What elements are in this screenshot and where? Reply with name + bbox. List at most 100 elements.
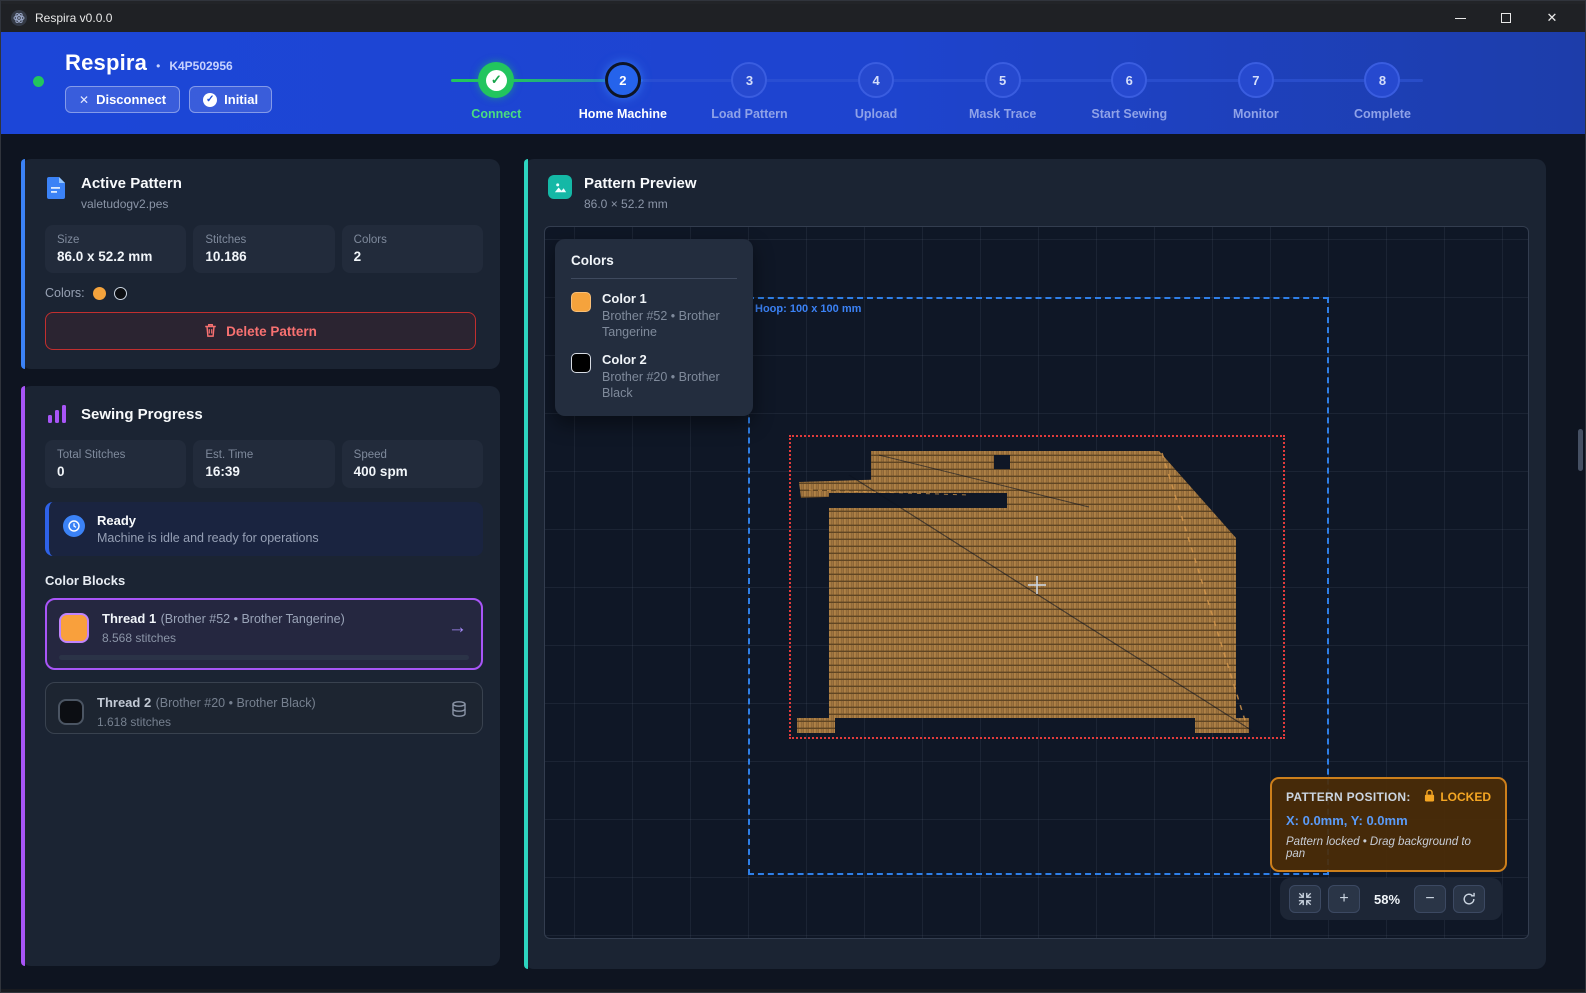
color1-detail: Brother #52 • Brother Tangerine (602, 309, 737, 340)
bar-chart-icon (45, 402, 69, 426)
thread-2-row[interactable]: Thread 2 (Brother #20 • Brother Black) 1… (45, 682, 483, 734)
stat-total-stitches: Total Stitches 0 (45, 440, 186, 488)
step-circle-done[interactable]: ✓ (478, 62, 514, 98)
step-circle-active[interactable]: 2 (605, 62, 641, 98)
maximize-icon (1501, 13, 1511, 23)
minimize-icon (1455, 18, 1466, 19)
delete-pattern-label: Delete Pattern (226, 324, 317, 339)
trash-icon (204, 323, 217, 340)
stat-label: Colors (354, 234, 471, 246)
window-title: Respira v0.0.0 (35, 11, 112, 25)
stat-value: 2 (354, 249, 471, 264)
thread1-progress-bar (59, 655, 469, 660)
center-cross-icon (1036, 576, 1038, 594)
step-label: Connect (471, 107, 521, 121)
stat-label: Size (57, 234, 174, 246)
stat-value: 400 spm (354, 464, 471, 479)
close-icon: ✕ (79, 93, 89, 107)
delete-pattern-button[interactable]: Delete Pattern (45, 312, 476, 350)
step-circle[interactable]: 3 (731, 62, 767, 98)
colors-legend: Colors Color 1 Brother #52 • Brother Tan… (555, 239, 753, 416)
thread2-stitches: 1.618 stitches (97, 715, 316, 729)
step-label: Monitor (1233, 107, 1279, 121)
maximize-button[interactable] (1483, 4, 1529, 32)
preview-dimensions: 86.0 × 52.2 mm (584, 197, 697, 211)
step-label: Start Sewing (1091, 107, 1167, 121)
stat-value: 86.0 x 52.2 mm (57, 249, 174, 264)
step-label: Complete (1354, 107, 1411, 121)
hoop-label: Hoop: 100 x 100 mm (755, 303, 861, 315)
window-scrollbar-thumb[interactable] (1578, 429, 1583, 471)
stat-label: Speed (354, 449, 471, 461)
titlebar[interactable]: Respira v0.0.0 ✕ (1, 4, 1585, 32)
step-upload[interactable]: 4 Upload (813, 32, 940, 121)
stat-label: Est. Time (205, 449, 322, 461)
status-description: Machine is idle and ready for operations (97, 531, 319, 545)
legend-entry-color2: Color 2 Brother #20 • Brother Black (571, 352, 737, 401)
pattern-filename: valetudogv2.pes (81, 197, 182, 211)
machine-status-box: Ready Machine is idle and ready for oper… (45, 502, 483, 556)
sewing-progress-title: Sewing Progress (81, 406, 203, 423)
thread1-stitches: 8.568 stitches (102, 631, 345, 645)
step-home-machine[interactable]: 2 Home Machine (560, 32, 687, 121)
disconnect-label: Disconnect (96, 92, 166, 107)
initial-button[interactable]: ✓ Initial (189, 86, 272, 113)
preview-canvas[interactable]: Hoop: 100 x 100 mm (544, 226, 1529, 939)
workflow-stepper: ✓ Connect 2 Home Machine 3 Load Pattern … (433, 32, 1446, 121)
step-mask-trace[interactable]: 5 Mask Trace (939, 32, 1066, 121)
color1-name: Color 1 (602, 291, 737, 306)
step-connect[interactable]: ✓ Connect (433, 32, 560, 121)
minimize-button[interactable] (1437, 4, 1483, 32)
step-monitor[interactable]: 7 Monitor (1193, 32, 1320, 121)
status-title: Ready (97, 513, 319, 528)
app-window: Respira v0.0.0 ✕ Respira • K4P502956 ✕ D… (0, 0, 1586, 993)
stat-est-time: Est. Time 16:39 (193, 440, 334, 488)
zoom-in-button[interactable]: + (1328, 885, 1360, 913)
app-header: Respira • K4P502956 ✕ Disconnect ✓ Initi… (1, 32, 1585, 134)
step-label: Load Pattern (711, 107, 787, 121)
check-icon: ✓ (486, 70, 507, 91)
stat-value: 10.186 (205, 249, 322, 264)
thread2-color-dot (114, 287, 127, 300)
database-icon (450, 700, 468, 723)
close-button[interactable]: ✕ (1529, 4, 1575, 32)
zoom-level: 58% (1367, 892, 1407, 907)
stat-label: Stitches (205, 234, 322, 246)
active-pattern-title: Active Pattern (81, 175, 182, 192)
color1-swatch (571, 292, 591, 312)
stat-label: Total Stitches (57, 449, 174, 461)
step-circle[interactable]: 4 (858, 62, 894, 98)
color-blocks-heading: Color Blocks (21, 556, 500, 588)
disconnect-button[interactable]: ✕ Disconnect (65, 86, 180, 113)
card-accent (21, 159, 25, 369)
step-circle[interactable]: 7 (1238, 62, 1274, 98)
step-start-sewing[interactable]: 6 Start Sewing (1066, 32, 1193, 121)
step-complete[interactable]: 8 Complete (1319, 32, 1446, 121)
thread2-name: Thread 2 (97, 695, 151, 710)
preview-title: Pattern Preview (584, 175, 697, 192)
thread1-color-dot (93, 287, 106, 300)
step-circle[interactable]: 5 (985, 62, 1021, 98)
stat-value: 0 (57, 464, 174, 479)
color2-detail: Brother #20 • Brother Black (602, 370, 737, 401)
fit-view-button[interactable] (1289, 885, 1321, 913)
zoom-toolbar: + 58% − (1280, 878, 1502, 920)
card-accent (21, 386, 25, 966)
thread-1-row[interactable]: Thread 1 (Brother #52 • Brother Tangerin… (45, 598, 483, 670)
zoom-out-button[interactable]: − (1414, 885, 1446, 913)
pattern-preview-panel: Pattern Preview 86.0 × 52.2 mm Hoop: 100… (524, 159, 1546, 969)
arrow-right-icon: → (448, 617, 467, 639)
close-icon: ✕ (1547, 10, 1558, 26)
locked-label: LOCKED (1440, 790, 1491, 804)
reset-view-button[interactable] (1453, 885, 1485, 913)
color2-swatch (571, 353, 591, 373)
step-circle[interactable]: 6 (1111, 62, 1147, 98)
brand-title: Respira (65, 50, 147, 76)
step-circle[interactable]: 8 (1364, 62, 1400, 98)
step-load-pattern[interactable]: 3 Load Pattern (686, 32, 813, 121)
app-logo-icon (11, 10, 27, 26)
clock-icon (63, 515, 85, 537)
step-label: Home Machine (579, 107, 667, 121)
legend-divider (571, 278, 737, 279)
pattern-position-overlay: PATTERN POSITION: LOCKED X: 0.0mm, Y: 0.… (1270, 777, 1507, 872)
